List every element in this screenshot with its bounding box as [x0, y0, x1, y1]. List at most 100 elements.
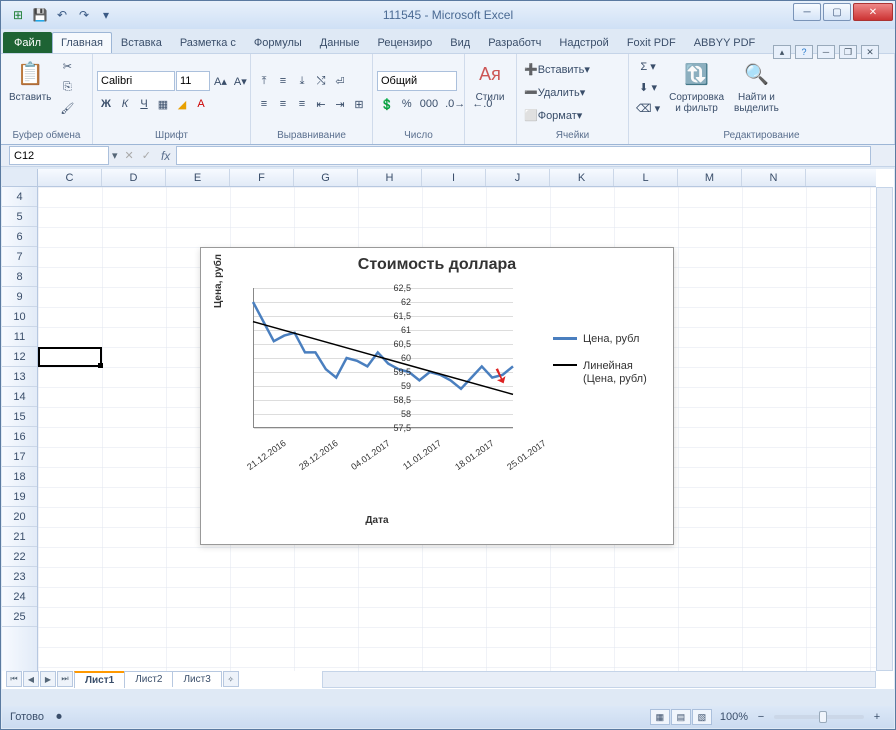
embedded-chart[interactable]: Стоимость доллара Цена, рубл ➘ 21.12.201…	[200, 247, 674, 545]
grow-font-icon[interactable]: A▴	[211, 71, 230, 91]
close-button[interactable]: ✕	[853, 3, 893, 21]
zoom-level[interactable]: 100%	[720, 711, 748, 723]
autosum-icon[interactable]: Σ ▾	[633, 56, 663, 76]
wrap-text-icon[interactable]: ⏎	[331, 71, 349, 91]
cut-icon[interactable]: ✂	[57, 56, 77, 76]
file-tab[interactable]: Файл	[3, 32, 52, 53]
col-header-N[interactable]: N	[742, 169, 806, 186]
row-header-8[interactable]: 8	[2, 267, 37, 287]
undo-icon[interactable]: ↶	[53, 6, 71, 24]
format-painter-icon[interactable]: 🖌	[57, 98, 77, 118]
tab-abbyy[interactable]: ABBYY PDF	[685, 32, 765, 53]
sheet-tab-3[interactable]: Лист3	[172, 671, 221, 687]
sheet-tab-1[interactable]: Лист1	[74, 671, 125, 688]
col-header-F[interactable]: F	[230, 169, 294, 186]
macro-record-icon[interactable]: ⏺	[50, 707, 68, 727]
minimize-button[interactable]: ─	[793, 3, 821, 21]
tab-formulas[interactable]: Формулы	[245, 32, 311, 53]
namebox-dropdown-icon[interactable]: ▾	[109, 149, 121, 162]
cells-format-button[interactable]: ⬜ Формат ▾	[521, 106, 585, 126]
row-header-21[interactable]: 21	[2, 527, 37, 547]
name-box[interactable]: C12	[9, 146, 109, 165]
tab-data[interactable]: Данные	[311, 32, 369, 53]
fx-icon[interactable]: fx	[161, 149, 170, 163]
row-header-24[interactable]: 24	[2, 587, 37, 607]
sort-filter-button[interactable]: 🔃 Сортировка и фильтр	[665, 56, 728, 116]
tab-addins[interactable]: Надстрой	[550, 32, 617, 53]
chart-title[interactable]: Стоимость доллара	[201, 248, 673, 278]
italic-button[interactable]: К	[116, 94, 134, 114]
fn-cancel-icon[interactable]: ✕	[121, 149, 138, 162]
align-left-icon[interactable]: ≡	[255, 94, 273, 114]
redo-icon[interactable]: ↷	[75, 6, 93, 24]
doc-restore-icon[interactable]: ❐	[839, 45, 857, 59]
horizontal-scrollbar[interactable]	[322, 671, 876, 688]
col-header-L[interactable]: L	[614, 169, 678, 186]
tab-foxit[interactable]: Foxit PDF	[618, 32, 685, 53]
row-header-15[interactable]: 15	[2, 407, 37, 427]
view-pagebreak-icon[interactable]: ▧	[692, 709, 712, 725]
col-header-I[interactable]: I	[422, 169, 486, 186]
save-icon[interactable]: 💾	[31, 6, 49, 24]
tab-view[interactable]: Вид	[441, 32, 479, 53]
row-header-17[interactable]: 17	[2, 447, 37, 467]
align-top-icon[interactable]: ⤒	[255, 71, 273, 91]
font-color-icon[interactable]: A	[192, 94, 210, 114]
border-icon[interactable]: ▦	[154, 94, 172, 114]
qat-more-icon[interactable]: ▾	[97, 6, 115, 24]
tab-developer[interactable]: Разработч	[479, 32, 550, 53]
select-all-corner[interactable]	[2, 169, 38, 187]
clear-icon[interactable]: ⌫ ▾	[633, 98, 663, 118]
currency-icon[interactable]: 💲	[377, 94, 397, 114]
number-format-select[interactable]: Общий	[377, 71, 457, 91]
fill-icon[interactable]: ⬇ ▾	[633, 77, 663, 97]
row-header-9[interactable]: 9	[2, 287, 37, 307]
sheet-nav-next-icon[interactable]: ▶	[40, 671, 56, 687]
col-header-D[interactable]: D	[102, 169, 166, 186]
row-header-20[interactable]: 20	[2, 507, 37, 527]
col-header-G[interactable]: G	[294, 169, 358, 186]
copy-icon[interactable]: ⎘	[57, 77, 77, 97]
col-header-K[interactable]: K	[550, 169, 614, 186]
zoom-in-icon[interactable]: +	[868, 707, 886, 727]
underline-button[interactable]: Ч	[135, 94, 153, 114]
col-header-M[interactable]: M	[678, 169, 742, 186]
col-header-H[interactable]: H	[358, 169, 422, 186]
new-sheet-icon[interactable]: ✧	[223, 671, 239, 687]
row-header-10[interactable]: 10	[2, 307, 37, 327]
row-header-25[interactable]: 25	[2, 607, 37, 627]
row-header-6[interactable]: 6	[2, 227, 37, 247]
find-select-button[interactable]: 🔍 Найти и выделить	[730, 56, 783, 116]
row-header-23[interactable]: 23	[2, 567, 37, 587]
col-header-E[interactable]: E	[166, 169, 230, 186]
ribbon-min-icon[interactable]: ▴	[773, 45, 791, 59]
align-bottom-icon[interactable]: ⤓	[293, 71, 311, 91]
cells-delete-button[interactable]: ➖ Удалить ▾	[521, 83, 588, 103]
active-cell[interactable]	[38, 347, 102, 367]
row-header-7[interactable]: 7	[2, 247, 37, 267]
row-header-18[interactable]: 18	[2, 467, 37, 487]
formula-bar[interactable]	[176, 146, 871, 165]
chart-legend[interactable]: Цена, рубл Линейная (Цена, рубл)	[553, 333, 663, 401]
sheet-nav-last-icon[interactable]: ⏭	[57, 671, 73, 687]
fn-accept-icon[interactable]: ✓	[138, 149, 155, 162]
sheet-nav-prev-icon[interactable]: ◀	[23, 671, 39, 687]
help-icon[interactable]: ?	[795, 45, 813, 59]
merge-icon[interactable]: ⊞	[350, 94, 368, 114]
align-right-icon[interactable]: ≡	[293, 94, 311, 114]
row-header-5[interactable]: 5	[2, 207, 37, 227]
row-header-12[interactable]: 12	[2, 347, 37, 367]
doc-min-icon[interactable]: ─	[817, 45, 835, 59]
row-header-4[interactable]: 4	[2, 187, 37, 207]
sheet-nav-first-icon[interactable]: ⏮	[6, 671, 22, 687]
bold-button[interactable]: Ж	[97, 94, 115, 114]
styles-button[interactable]: Ая Стили	[469, 56, 511, 105]
font-size-input[interactable]: 11	[176, 71, 210, 91]
col-header-J[interactable]: J	[486, 169, 550, 186]
sheet-tab-2[interactable]: Лист2	[124, 671, 173, 687]
fill-color-icon[interactable]: ◢	[173, 94, 191, 114]
shrink-font-icon[interactable]: A▾	[231, 71, 250, 91]
font-name-input[interactable]: Calibri	[97, 71, 175, 91]
cells-insert-button[interactable]: ➕ Вставить ▾	[521, 60, 593, 80]
tab-layout[interactable]: Разметка с	[171, 32, 245, 53]
